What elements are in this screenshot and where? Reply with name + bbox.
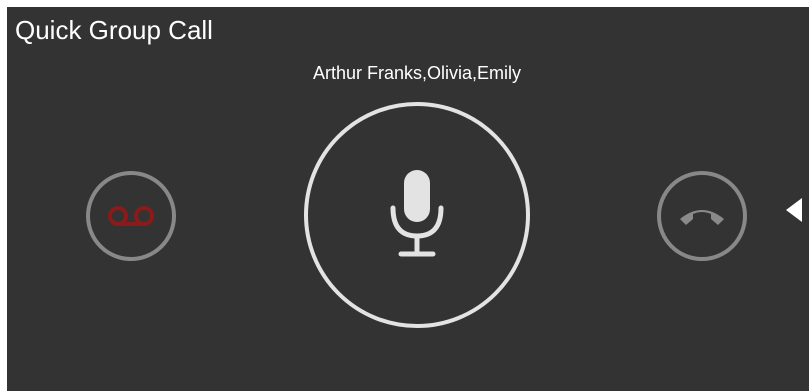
participants-label: Arthur Franks,Olivia,Emily (312, 63, 522, 83)
voicemail-icon (107, 205, 155, 227)
mute-microphone-button[interactable] (304, 102, 530, 328)
microphone-icon (387, 170, 447, 260)
call-title: Quick Group Call (15, 15, 213, 45)
call-panel: Quick Group Call Arthur Franks,Olivia,Em… (7, 7, 809, 391)
phone-hangup-icon (677, 203, 727, 229)
voicemail-button[interactable] (86, 171, 176, 261)
hang-up-button[interactable] (657, 171, 747, 261)
left-arrow-icon[interactable] (786, 198, 802, 222)
